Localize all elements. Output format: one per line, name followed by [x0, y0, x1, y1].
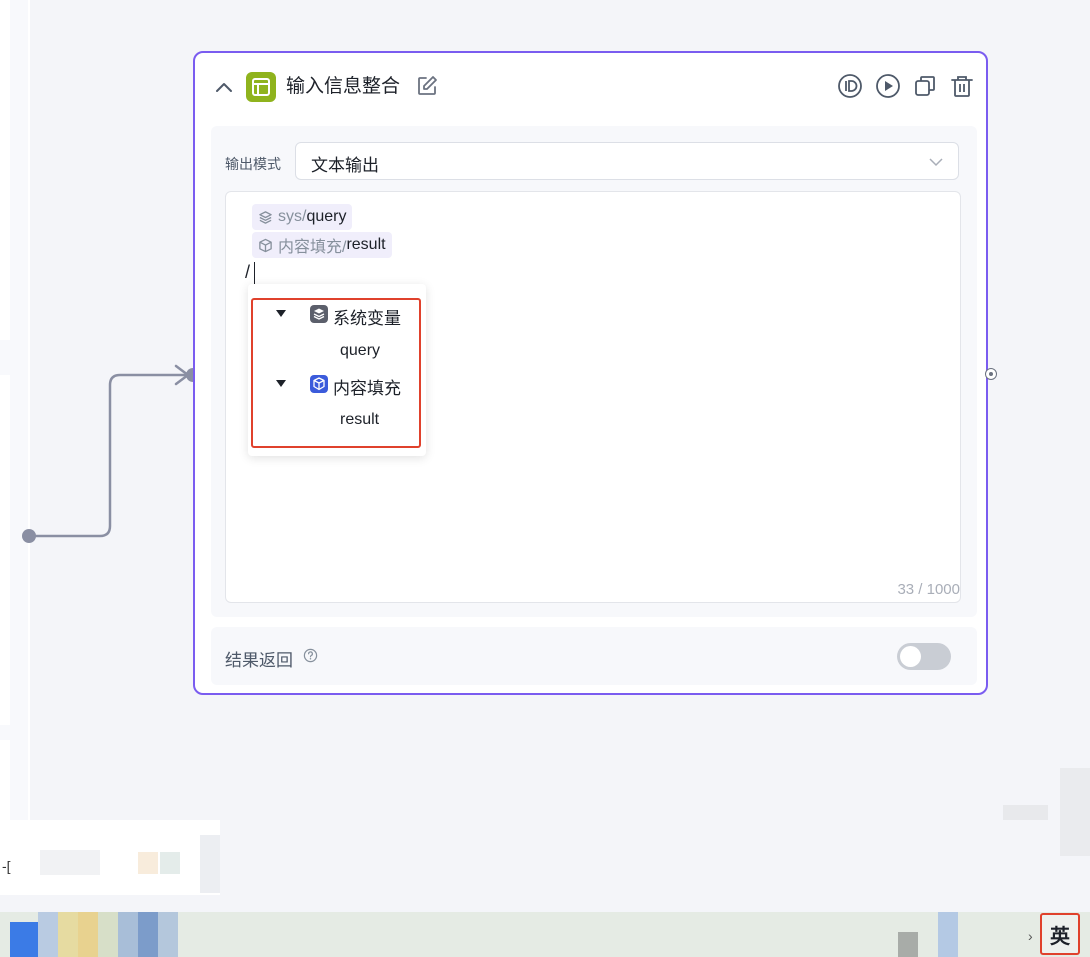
output-mode-label: 输出模式 — [225, 156, 281, 172]
picker-item-label: result — [340, 411, 380, 428]
output-handle[interactable] — [985, 368, 997, 380]
output-mode-select[interactable]: 文本输出 — [295, 142, 959, 180]
text-caret — [254, 262, 255, 284]
output-mode-value: 文本输出 — [311, 156, 379, 175]
caret-down-icon[interactable] — [276, 310, 286, 318]
mosaic-region — [200, 835, 220, 893]
mosaic-region — [1060, 768, 1090, 856]
picker-group-label: 内容填充 — [333, 379, 401, 398]
layers-icon — [259, 210, 272, 224]
toggle-knob — [900, 646, 921, 667]
typed-text: / — [245, 262, 251, 282]
edit-icon[interactable] — [415, 74, 439, 98]
mosaic-region: -[ — [2, 858, 11, 874]
input-method-indicator[interactable]: 英 — [1040, 913, 1080, 955]
taskbar-app[interactable] — [38, 912, 58, 957]
chevron-down-icon — [929, 158, 943, 167]
taskbar-app[interactable] — [118, 912, 138, 957]
result-return-toggle[interactable] — [897, 643, 951, 670]
mosaic-region — [160, 852, 180, 874]
taskbar-app[interactable] — [10, 922, 38, 957]
variable-tag-name: result — [346, 236, 386, 253]
variable-tag[interactable]: 内容填充/result — [252, 232, 392, 258]
taskbar-app[interactable] — [138, 912, 158, 957]
tray-item[interactable] — [938, 912, 958, 957]
mosaic-region — [40, 850, 100, 875]
picker-item-result[interactable]: result — [248, 405, 426, 435]
template-node-icon — [246, 72, 276, 102]
taskbar-app[interactable] — [158, 912, 178, 957]
taskbar — [0, 912, 1090, 957]
cube-icon — [259, 238, 272, 252]
run-icon[interactable] — [874, 72, 902, 100]
variable-tag-prefix: 内容填充/ — [278, 239, 347, 256]
variable-tag[interactable]: sys/query — [252, 204, 353, 230]
taskbar-app[interactable] — [78, 912, 98, 957]
delete-icon[interactable] — [948, 72, 976, 100]
variable-tag-name: query — [306, 208, 347, 225]
taskbar-app[interactable] — [58, 912, 78, 957]
result-return-row: 结果返回 — [211, 627, 977, 685]
node-title: 输入信息整合 — [286, 76, 401, 97]
cube-icon — [310, 375, 328, 393]
chevron-up-icon[interactable] — [213, 77, 235, 99]
variable-picker-dropdown: 系统变量 query 内容填充 result — [248, 284, 426, 456]
caret-down-icon[interactable] — [276, 380, 286, 388]
mosaic-region — [0, 820, 220, 895]
picker-group-content-fill[interactable]: 内容填充 — [248, 369, 426, 399]
ime-separator: › — [1028, 928, 1033, 944]
picker-item-label: query — [340, 342, 381, 359]
mosaic-region — [1003, 805, 1048, 820]
taskbar-app[interactable] — [98, 912, 118, 957]
picker-group-system[interactable]: 系统变量 — [248, 299, 426, 329]
mosaic-region — [138, 852, 158, 874]
node-header: 输入信息整合 — [195, 53, 986, 123]
variable-tag-prefix: sys/ — [278, 208, 307, 225]
result-return-label: 结果返回 — [225, 651, 293, 670]
tray-item[interactable] — [898, 932, 918, 957]
layers-icon — [310, 305, 328, 323]
picker-group-label: 系统变量 — [333, 309, 401, 328]
copy-icon[interactable] — [911, 72, 939, 100]
source-handle — [22, 529, 36, 543]
picker-item-query[interactable]: query — [248, 336, 426, 366]
help-icon[interactable] — [303, 648, 318, 663]
id-icon[interactable] — [836, 72, 864, 100]
char-counter: 33 / 1000 — [897, 581, 960, 598]
